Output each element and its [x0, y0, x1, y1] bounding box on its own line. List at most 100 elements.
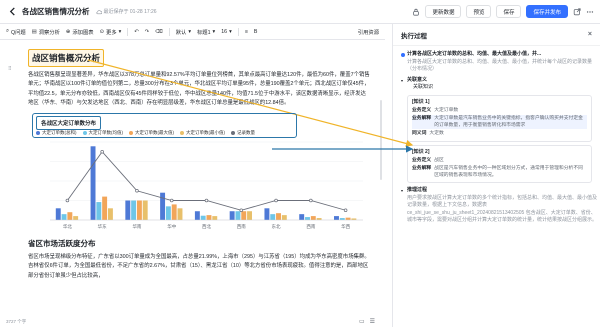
- line-point: [169, 198, 174, 203]
- insight-tool[interactable]: ▤ 洞察分析: [32, 28, 60, 36]
- document-title: 各战区销售情况分析: [22, 7, 90, 16]
- knowledge-card-1[interactable]: [知识 1] 业务定义 大定订单数 业务解释 大定订单数是汽车销售业务中的关键指标，…: [407, 94, 592, 142]
- more-tool-icon: ⊙: [99, 28, 105, 35]
- x-tick-label: 华南: [132, 223, 141, 230]
- bar: [142, 200, 148, 221]
- back-arrow-icon[interactable]: [6, 6, 18, 18]
- save-status-text: 最近保存于 01-28 17:26: [103, 9, 157, 15]
- legend-item[interactable]: 大定订单数(均值): [82, 130, 123, 136]
- knowledge-2-key: 业务解释: [412, 165, 432, 171]
- assoc-title: 关联意义: [407, 76, 428, 83]
- chevron-down-icon: ▾: [401, 188, 404, 194]
- line-point: [343, 208, 348, 213]
- panel-header: 执行过程 ×: [393, 24, 600, 46]
- word-count: 3727 个字: [6, 319, 27, 324]
- knowledge-1-key: 业务定义: [412, 107, 432, 113]
- legend-swatch: [180, 131, 184, 136]
- qa-tool[interactable]: ⌕ Q问题: [6, 28, 26, 36]
- quote-resource-label: 引用资源: [357, 29, 379, 36]
- line-point: [135, 189, 139, 193]
- more-tool-label: 更多: [106, 29, 117, 36]
- bar: [165, 206, 171, 221]
- chart-card[interactable]: 各战区大定订单数分布 大定订单数(总和) 大定订单数(均值) 大定订单数(最大值) 大…: [28, 113, 371, 234]
- add-chart-label: 添加图表: [72, 29, 94, 36]
- knowledge-2-value: 战区是汽车销售业务中的一种区域划分方式，通常用于管理和分析不同区域的销售表现和市…: [434, 165, 583, 179]
- assoc-sub[interactable]: 关联知识: [393, 84, 600, 92]
- align-icon[interactable]: ≡: [245, 29, 248, 35]
- knowledge-1-key: 业务解释: [412, 115, 432, 121]
- line-point: [274, 198, 278, 203]
- knowledge-1-row: 业务定义 大定订单数: [412, 107, 587, 114]
- top-bar: 各战区销售情况分析 最近保存于 01-28 17:26 更新数据 预览 保存 保…: [0, 0, 600, 24]
- share-icon[interactable]: [573, 7, 581, 16]
- legend-item[interactable]: 大定订单数(最小值): [180, 130, 225, 136]
- paragraph-province-activity[interactable]: 省区市场呈现梯级分布特征，广东省以300订单量成为全国最高，占总量21.99%，…: [28, 253, 371, 281]
- legend-item[interactable]: 记录数量: [231, 130, 255, 136]
- bar: [281, 215, 287, 221]
- execution-panel: 执行过程 × 计算各战区大定订单数的总和、均值、最大值及最小值，并... 计算各…: [392, 24, 600, 327]
- knowledge-2-row: 业务定义 战区: [412, 157, 587, 164]
- font-size-value: 16: [221, 28, 228, 35]
- top-actions: 更新数据 预览 保存 保存并发布: [412, 5, 594, 18]
- bar: [171, 204, 177, 221]
- knowledge-card-2[interactable]: [知识 2] 业务定义 战区 业务解释 战区是汽车销售业务中的一种区域划分方式，通常…: [407, 144, 592, 184]
- x-tick-label: 华东: [98, 223, 107, 230]
- legend-item[interactable]: 大定订单数(总和): [36, 130, 77, 136]
- outline-icon[interactable]: ☰: [370, 318, 375, 325]
- add-chart-tool[interactable]: ⊕ 添加图表: [66, 28, 94, 36]
- save-button[interactable]: 保存: [496, 5, 522, 18]
- x-tick-label: 华中: [167, 223, 176, 230]
- bar: [345, 217, 351, 221]
- chart-title: 各战区大定订单数分布: [36, 116, 102, 131]
- document-body: ⠿ 战区销售概况分析 各战区销售额呈现显著差异，华东战区以378万总订单量和92…: [0, 40, 385, 327]
- preview-button[interactable]: 预览: [466, 5, 492, 18]
- update-data-button[interactable]: 更新数据: [425, 5, 462, 18]
- drag-handle-icon[interactable]: ⠿: [8, 66, 12, 72]
- knowledge-1-tag: [知识 1]: [412, 98, 430, 105]
- bar: [212, 216, 218, 221]
- toolbar-divider: [237, 27, 239, 36]
- knowledge-2-key: 业务定义: [412, 157, 432, 163]
- heading-sales-overview[interactable]: 战区销售概况分析: [28, 49, 105, 67]
- step-assoc[interactable]: ▾ 关联意义: [393, 77, 600, 85]
- quote-resource-button[interactable]: 引用资源: [358, 28, 379, 36]
- bar: [200, 215, 206, 221]
- close-icon[interactable]: ×: [588, 31, 592, 38]
- line-point: [239, 208, 244, 213]
- paragraph-sales-overview[interactable]: 各战区销售额呈现显著差异，华东战区以378万总订单量和92.57%平均订单量位列…: [28, 71, 371, 108]
- font-size-select[interactable]: 16 ▾: [221, 29, 232, 35]
- cloud-icon: [95, 9, 102, 14]
- more-icon[interactable]: [586, 8, 594, 16]
- redo-icon[interactable]: ↷: [145, 29, 149, 35]
- bar: [235, 211, 241, 221]
- knowledge-1-value: 大定数: [429, 131, 444, 137]
- font-style-select[interactable]: 默认 ▾: [176, 28, 191, 36]
- bold-icon[interactable]: B: [254, 29, 258, 35]
- insight-icon: ▤: [31, 28, 37, 35]
- comment-icon[interactable]: ▭: [359, 318, 365, 325]
- toolbar-divider: [168, 27, 170, 36]
- format-painter-icon[interactable]: ⌫: [155, 29, 163, 35]
- x-tick-label: 西南: [306, 223, 315, 230]
- more-tool[interactable]: ⊙ 更多 ▾: [100, 28, 122, 36]
- heading-province-activity[interactable]: 省区市场活跃度分布: [28, 238, 371, 249]
- scrollbar[interactable]: [380, 100, 382, 180]
- x-tick-label: 西北: [202, 223, 211, 230]
- heading-select[interactable]: 标题1 ▾: [197, 28, 215, 36]
- undo-icon[interactable]: ↶: [134, 29, 138, 35]
- step-question[interactable]: 计算各战区大定订单数的总和、均值、最大值及最小值，并... 计算各战区大定订单数…: [393, 51, 600, 74]
- step-check-icon: [401, 53, 405, 57]
- lock-icon[interactable]: [412, 8, 420, 16]
- chevron-down-icon: ▾: [401, 77, 404, 83]
- step-question-desc: 计算各战区大定订单数的总和、均值、最大值、最小值，并统计每个战区的记录数量（分布…: [407, 58, 593, 73]
- bar: [310, 216, 316, 221]
- legend-item[interactable]: 大定订单数(最大值): [129, 130, 174, 136]
- save-publish-button[interactable]: 保存并发布: [526, 5, 568, 18]
- step-reasoning[interactable]: ▾ 推理过程 用户要求按战区计算大定订单数的多个统计指标，包括总和、均值、最大值…: [393, 187, 600, 225]
- chevron-down-icon: ▾: [229, 28, 232, 35]
- qa-icon: ⌕: [6, 28, 9, 34]
- chevron-down-icon: ▾: [188, 28, 191, 35]
- knowledge-2-row: 业务解释 战区是汽车销售业务中的一种区域划分方式，通常用于管理和分析不同区域的销售…: [412, 165, 587, 179]
- knowledge-1-row: 同义词 大定数: [412, 130, 587, 137]
- x-tick-label: 东北: [272, 223, 281, 230]
